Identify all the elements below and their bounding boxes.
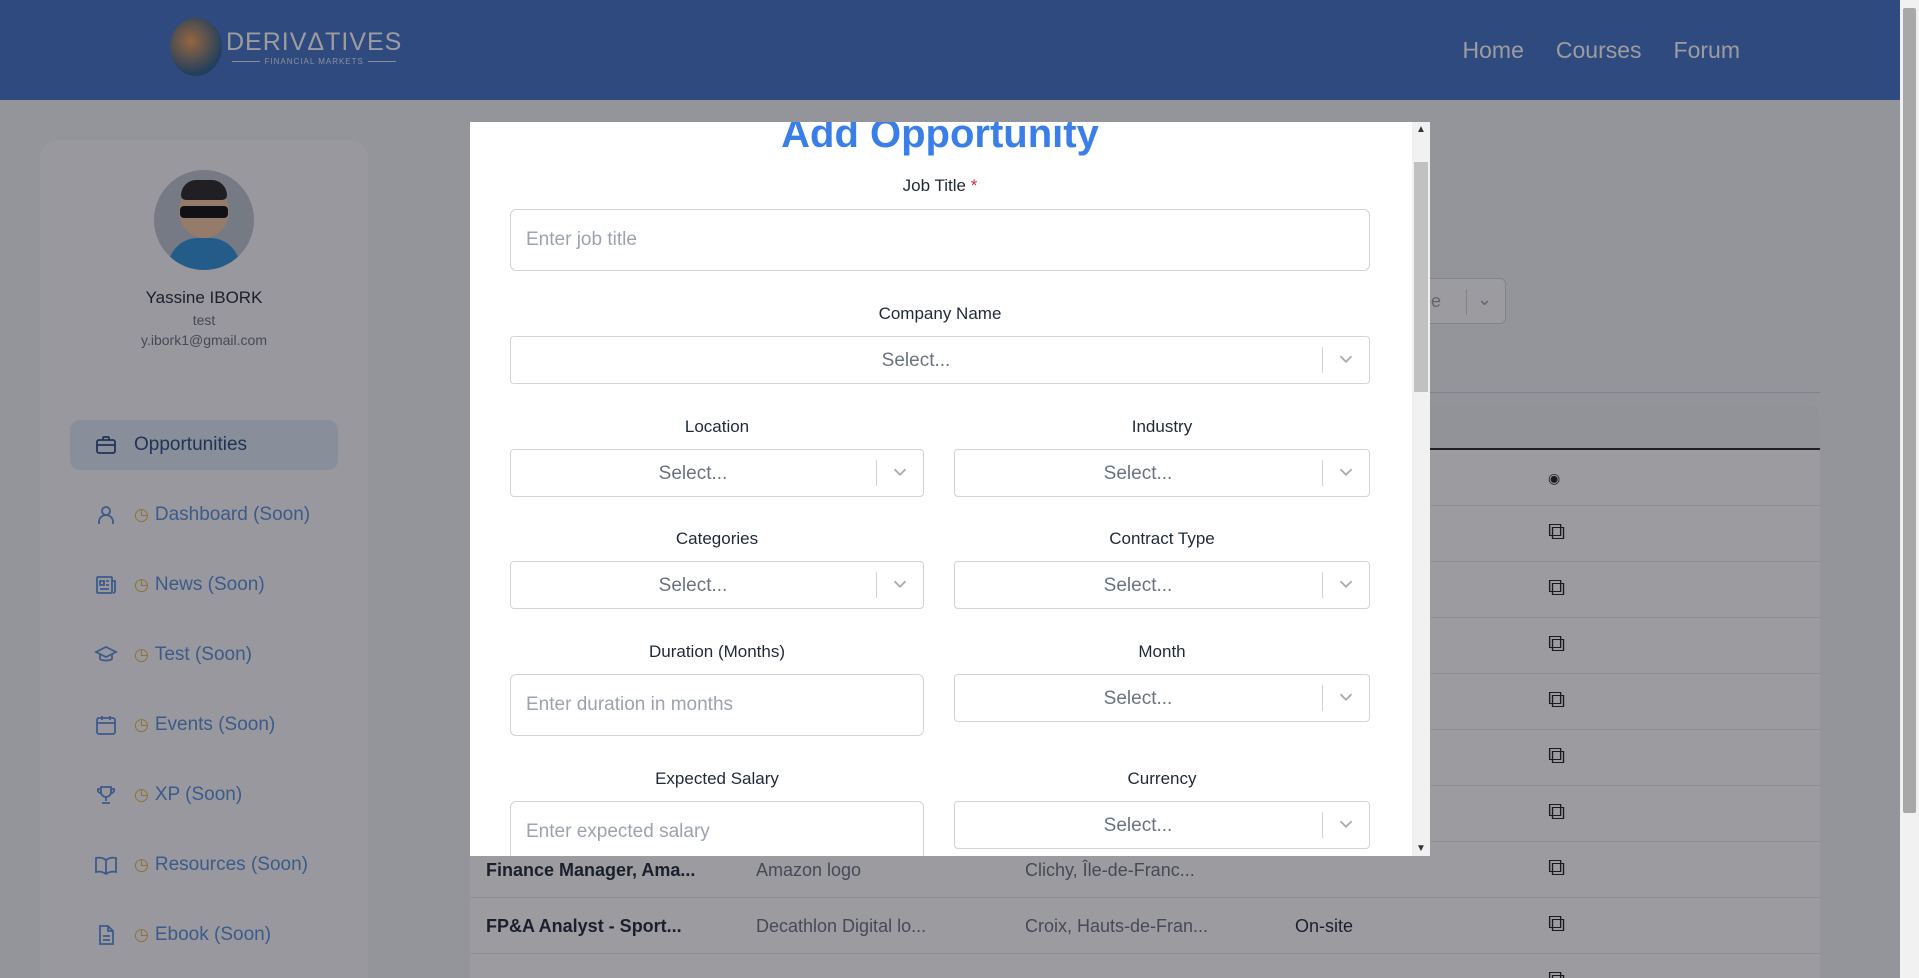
company-select[interactable]: Select... xyxy=(510,336,1370,384)
categories-select[interactable]: Select... xyxy=(510,561,924,609)
page-scroll-thumb[interactable] xyxy=(1903,8,1916,813)
industry-select-value: Select... xyxy=(1103,463,1173,484)
scroll-down-arrow-icon[interactable]: ▼ xyxy=(1416,843,1426,854)
scroll-up-arrow-icon[interactable]: ▲ xyxy=(1416,124,1426,135)
currency-select-value: Select... xyxy=(1103,815,1173,836)
location-select-value: Select... xyxy=(658,463,728,484)
currency-select[interactable]: Select... xyxy=(954,801,1370,849)
contract-type-label: Contract Type xyxy=(1109,529,1215,548)
location-label: Location xyxy=(684,417,750,436)
contract-type-select[interactable]: Select... xyxy=(954,561,1370,609)
chevron-down-icon xyxy=(893,468,907,477)
modal-scrollbar[interactable]: ▲ ▼ xyxy=(1412,122,1430,856)
month-label: Month xyxy=(1138,642,1186,661)
industry-label: Industry xyxy=(1131,417,1193,436)
duration-placeholder: Enter duration in months xyxy=(526,694,734,715)
page-scrollbar[interactable] xyxy=(1900,0,1919,978)
duration-input[interactable]: Enter duration in months xyxy=(510,674,924,736)
job-title-placeholder: Enter job title xyxy=(526,229,637,250)
currency-label: Currency xyxy=(1127,769,1197,788)
modal-title: Add Opportunity xyxy=(781,122,1099,156)
month-select-value: Select... xyxy=(1103,688,1173,709)
chevron-down-icon xyxy=(1339,580,1353,589)
company-label: Company Name xyxy=(878,304,1002,323)
location-select[interactable]: Select... xyxy=(510,449,924,497)
job-title-input[interactable]: Enter job title xyxy=(510,209,1370,271)
modal-scroll-thumb[interactable] xyxy=(1414,162,1428,392)
chevron-down-icon xyxy=(1339,468,1353,477)
chevron-down-icon xyxy=(1339,820,1353,829)
duration-label: Duration (Months) xyxy=(648,642,786,661)
chevron-down-icon xyxy=(1339,693,1353,702)
contract-type-select-value: Select... xyxy=(1103,575,1173,596)
expected-salary-label: Expected Salary xyxy=(655,769,779,788)
categories-label: Categories xyxy=(675,529,759,548)
required-mark: * xyxy=(970,176,978,195)
add-opportunity-modal: Add Opportunity Job Title * Enter job ti… xyxy=(470,122,1430,856)
month-select[interactable]: Select... xyxy=(954,674,1370,722)
chevron-down-icon xyxy=(1339,355,1353,364)
job-title-label-text: Job Title xyxy=(902,176,966,195)
expected-salary-placeholder: Enter expected salary xyxy=(526,821,710,842)
categories-select-value: Select... xyxy=(658,575,728,596)
company-select-value: Select... xyxy=(881,350,951,371)
industry-select[interactable]: Select... xyxy=(954,449,1370,497)
chevron-down-icon xyxy=(893,580,907,589)
job-title-label: Job Title * xyxy=(470,176,1410,196)
expected-salary-input[interactable]: Enter expected salary xyxy=(510,801,924,856)
